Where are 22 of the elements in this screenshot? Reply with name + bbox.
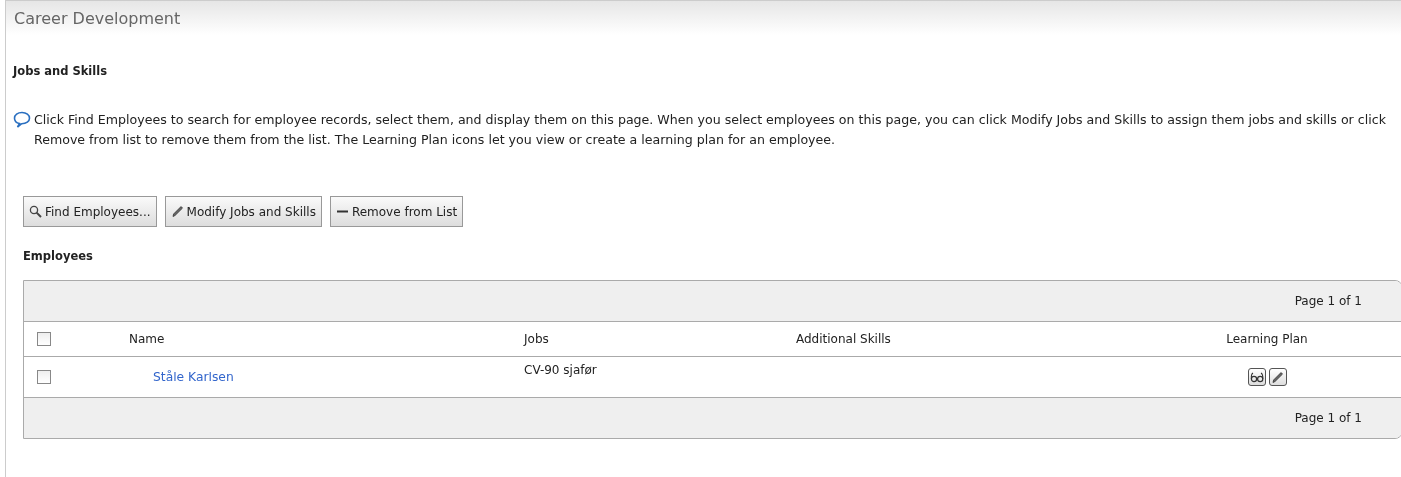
column-header: Jobs bbox=[524, 332, 549, 346]
toolbar-button[interactable]: Find Employees... bbox=[23, 196, 157, 227]
column-header: Additional Skills bbox=[796, 332, 891, 346]
employee-name-link[interactable]: Ståle Karlsen bbox=[129, 370, 234, 384]
toolbar-button[interactable]: Modify Jobs and Skills bbox=[164, 196, 322, 227]
row-checkbox[interactable] bbox=[37, 370, 51, 385]
search-icon bbox=[29, 205, 42, 218]
select-all-checkbox[interactable] bbox=[37, 332, 51, 347]
page-indicator: Page 1 of 1 bbox=[1294, 294, 1362, 308]
employees-heading: Employees bbox=[23, 249, 94, 263]
instructions-text: Click Find Employees to search for employee records, select them, and display them on this page. When you select employees on this page, you can click Modify Jobs and Skills to assign them jobs and skills or click Remove from list to remove them from the list. The Learning Plan icons let you view or create a learning plan for an employee. bbox=[34, 111, 1387, 149]
pencil-icon bbox=[170, 205, 184, 218]
table-cell: CV-90 sjafør bbox=[524, 363, 597, 377]
pencil-icon[interactable] bbox=[1268, 368, 1287, 386]
speech-bubble-icon bbox=[13, 111, 31, 128]
section-title: Jobs and Skills bbox=[13, 64, 109, 78]
column-header: Name bbox=[129, 332, 165, 346]
view-glasses-icon[interactable] bbox=[1247, 368, 1266, 386]
page-indicator: Page 1 of 1 bbox=[1294, 411, 1362, 425]
column-header: Learning Plan bbox=[1226, 332, 1308, 346]
toolbar-button[interactable]: Remove from List bbox=[329, 196, 464, 227]
page-title: Career Development bbox=[14, 8, 181, 28]
